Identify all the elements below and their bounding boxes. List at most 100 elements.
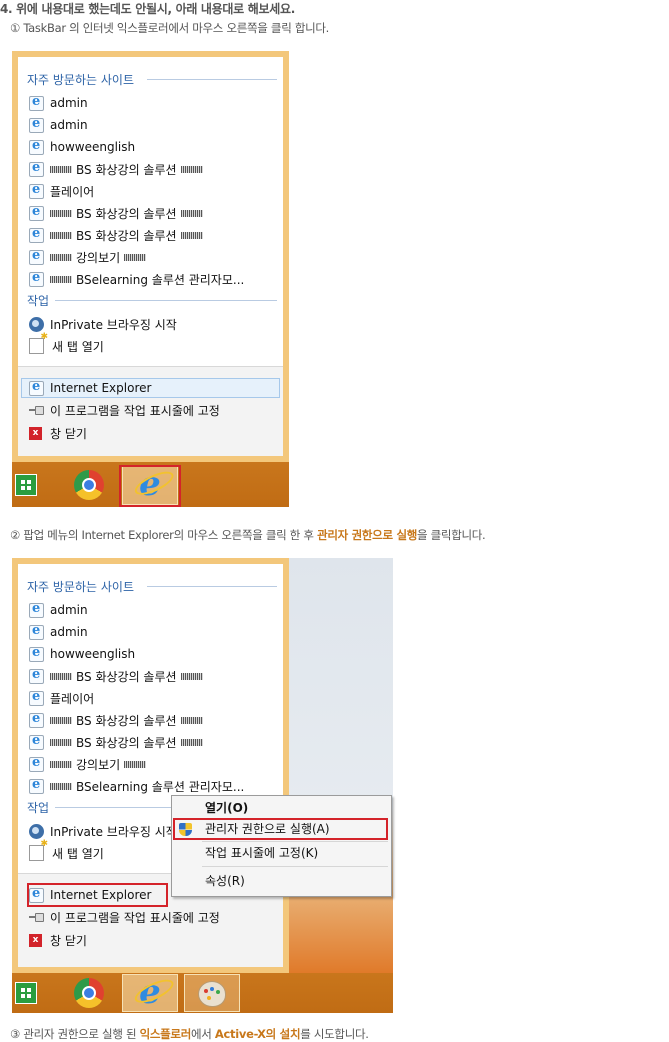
frequent-site-item[interactable]: admin <box>29 115 88 135</box>
frequent-site-label: BS 화상강의 솔루션 <box>76 162 177 177</box>
context-menu: 열기(O) 관리자 권한으로 실행(A) 작업 표시줄에 고정(K) 속성(R) <box>171 795 392 897</box>
internet-explorer-icon <box>29 755 44 772</box>
frequent-site-item[interactable]: BS 화상강의 솔루션 <box>29 159 203 179</box>
internet-explorer-icon <box>29 645 44 662</box>
internet-explorer-icon <box>29 182 44 199</box>
frequent-site-label: admin <box>50 96 88 110</box>
inprivate-icon <box>29 823 44 839</box>
highlight-taskbar-ie <box>119 465 181 507</box>
frequent-site-item[interactable]: BSelearning 솔루션 관리자모... <box>29 776 244 796</box>
redacted-text <box>180 672 203 680</box>
frequent-site-label: howweenglish <box>50 140 136 154</box>
frequent-site-label: admin <box>50 603 88 617</box>
close-icon: x <box>29 426 42 440</box>
frequent-site-item[interactable]: admin <box>29 600 88 620</box>
frequent-site-item[interactable]: 플레이어 <box>29 181 94 201</box>
step4-heading: 4. 위에 내용대로 했는데도 안될시, 아래 내용대로 해보세요. <box>0 2 295 16</box>
internet-explorer-icon <box>29 248 44 265</box>
frequent-site-item[interactable]: BS 화상강의 솔루션 <box>29 666 203 686</box>
frequent-site-item[interactable]: admin <box>29 93 88 113</box>
internet-explorer-icon <box>29 204 44 221</box>
tasks-header: 작업 <box>27 292 277 308</box>
highlight-ie-item <box>27 883 168 907</box>
close-icon: x <box>29 933 42 947</box>
internet-explorer-icon <box>29 116 44 133</box>
frequent-site-label: 플레이어 <box>50 691 95 706</box>
windows-store-icon[interactable] <box>15 474 37 496</box>
internet-explorer-icon: e <box>139 972 161 1013</box>
frequent-site-label: BS 화상강의 솔루션 <box>76 713 177 728</box>
frequent-sites-header: 자주 방문하는 사이트 <box>27 71 277 87</box>
chrome-icon[interactable] <box>74 978 104 1008</box>
close-window-item-2[interactable]: x 창 닫기 <box>29 930 87 950</box>
frequent-site-item[interactable]: BS 화상강의 솔루션 <box>29 732 203 752</box>
jumplist-window-1: 자주 방문하는 사이트 admin admin howweenglish BS 화상강… <box>12 51 289 462</box>
close-window-item[interactable]: x 창 닫기 <box>29 423 87 443</box>
redacted-text <box>50 275 72 283</box>
redacted-text <box>124 760 147 768</box>
redacted-text <box>50 716 72 724</box>
frequent-site-label: admin <box>50 118 88 132</box>
frequent-site-item[interactable]: BS 화상강의 솔루션 <box>29 710 203 730</box>
internet-explorer-icon <box>29 270 44 287</box>
internet-explorer-icon <box>29 667 44 684</box>
internet-explorer-item[interactable]: Internet Explorer <box>29 378 151 398</box>
redacted-text <box>50 760 72 768</box>
menu-separator <box>202 866 388 867</box>
internet-explorer-icon <box>29 226 44 243</box>
internet-explorer-icon <box>29 601 44 618</box>
frequent-site-label: 플레이어 <box>50 184 95 199</box>
chrome-icon[interactable] <box>74 470 104 500</box>
frequent-site-item[interactable]: admin <box>29 622 88 642</box>
menu-pin-taskbar[interactable]: 작업 표시줄에 고정(K) <box>205 843 318 863</box>
internet-explorer-icon <box>29 623 44 640</box>
new-tab-task[interactable]: 새 탭 열기 <box>29 332 104 356</box>
frequent-site-item[interactable]: 강의보기 <box>29 754 147 774</box>
taskbar-ie-button-2[interactable]: e <box>122 972 178 1013</box>
redacted-text <box>180 209 203 217</box>
frequent-site-item[interactable]: BS 화상강의 솔루션 <box>29 203 203 223</box>
menu-properties[interactable]: 속성(R) <box>205 871 245 891</box>
new-tab-icon <box>29 332 48 354</box>
redacted-text <box>180 231 203 239</box>
frequent-site-label: 강의보기 <box>76 757 121 772</box>
new-tab-task-2[interactable]: 새 탭 열기 <box>29 839 104 863</box>
taskbar-paint-button[interactable] <box>184 974 240 1012</box>
frequent-site-item[interactable]: 플레이어 <box>29 688 94 708</box>
frequent-site-item[interactable]: 강의보기 <box>29 247 147 267</box>
internet-explorer-icon <box>29 777 44 794</box>
frequent-site-item[interactable]: BS 화상강의 솔루션 <box>29 225 203 245</box>
internet-explorer-icon <box>29 379 44 396</box>
menu-separator <box>202 841 388 842</box>
frequent-site-label: BS 화상강의 솔루션 <box>76 228 177 243</box>
frequent-site-label: howweenglish <box>50 647 136 661</box>
frequent-site-label: BS 화상강의 솔루션 <box>76 669 177 684</box>
redacted-text <box>50 738 72 746</box>
redacted-text <box>180 738 203 746</box>
redacted-text <box>50 253 72 261</box>
internet-explorer-icon <box>29 94 44 111</box>
redacted-text <box>180 716 203 724</box>
menu-open[interactable]: 열기(O) <box>205 798 248 818</box>
step3-instruction: ③ 관리자 권한으로 실행 된 익스플로러에서 Active-X의 설치를 시도… <box>10 1027 369 1041</box>
inprivate-task-2[interactable]: InPrivate 브라우징 시작 <box>29 821 177 841</box>
pin-to-taskbar-item[interactable]: 이 프로그램을 작업 표시줄에 고정 <box>29 400 220 420</box>
redacted-text <box>50 231 72 239</box>
redacted-text <box>50 782 72 790</box>
jumplist-footer-1: Internet Explorer 이 프로그램을 작업 표시줄에 고정 x 창… <box>18 366 283 456</box>
frequent-site-label: BS 화상강의 솔루션 <box>76 206 177 221</box>
frequent-site-item[interactable]: howweenglish <box>29 137 135 157</box>
inprivate-task[interactable]: InPrivate 브라우징 시작 <box>29 314 177 334</box>
pin-to-taskbar-item-2[interactable]: 이 프로그램을 작업 표시줄에 고정 <box>29 907 220 927</box>
frequent-site-item[interactable]: BSelearning 솔루션 관리자모... <box>29 269 244 289</box>
windows-store-icon[interactable] <box>15 982 37 1004</box>
step1-instruction: ① TaskBar 의 인터넷 익스플로러에서 마우스 오른쪽을 클릭 합니다. <box>10 21 330 35</box>
redacted-text <box>50 165 72 173</box>
internet-explorer-icon <box>29 733 44 750</box>
jumplist-window-2: 자주 방문하는 사이트 admin admin howweenglish BS 화상강… <box>12 558 289 973</box>
frequent-site-label: BSelearning 솔루션 관리자모... <box>76 272 245 287</box>
frequent-site-item[interactable]: howweenglish <box>29 644 135 664</box>
new-tab-icon <box>29 839 48 861</box>
pin-icon <box>29 405 44 415</box>
taskbar-2: e <box>12 972 393 1013</box>
